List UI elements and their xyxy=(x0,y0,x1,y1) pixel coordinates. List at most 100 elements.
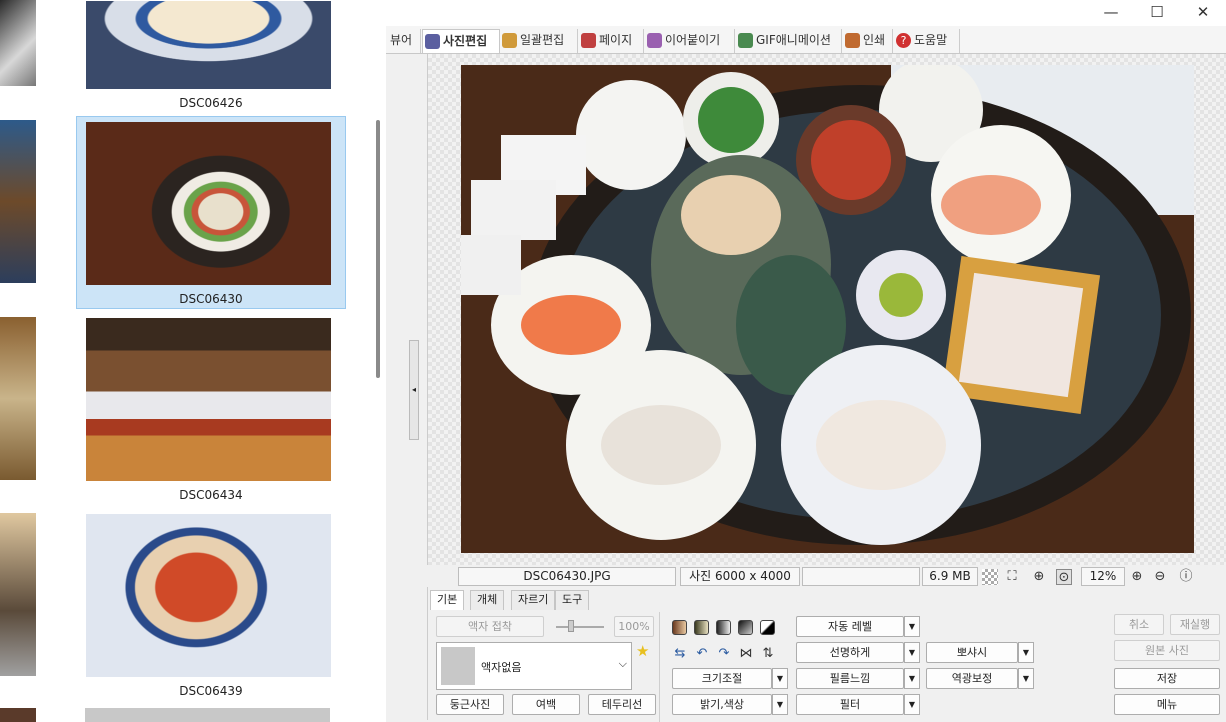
page-icon xyxy=(581,33,596,48)
thumbnail-pane: DSC06426 DSC06430 DSC06434 DSC06439 xyxy=(0,0,386,722)
auto-level-button[interactable]: 자동 레벨 xyxy=(796,616,904,637)
tab-basic[interactable]: 기본 xyxy=(430,590,465,610)
brightness-dropdown[interactable]: ▼ xyxy=(772,694,788,715)
thumbnail-item[interactable]: DSC06439 xyxy=(76,508,346,701)
collapse-handle[interactable]: ◂ xyxy=(409,340,419,440)
tab-help[interactable]: ? 도움말 xyxy=(894,29,960,53)
frame-percent: 100% xyxy=(614,616,654,637)
tab-viewer[interactable]: 뷰어 xyxy=(370,29,421,53)
thumbnail-image xyxy=(86,514,331,677)
transparency-icon[interactable] xyxy=(982,569,998,585)
chevron-down-icon: ⌵ xyxy=(618,657,627,670)
photo-edit-icon xyxy=(425,34,440,49)
rotate-right-icon[interactable]: ↷ xyxy=(716,646,732,662)
minimize-button[interactable]: — xyxy=(1088,0,1134,26)
thumbnail-caption: DSC06426 xyxy=(179,96,243,110)
thumbnail-partial[interactable] xyxy=(0,708,36,722)
dimensions-display: 사진 6000 x 4000 xyxy=(680,567,800,586)
sharpen-dropdown[interactable]: ▼ xyxy=(904,642,920,663)
tab-batch-edit[interactable]: 일괄편집 xyxy=(500,29,578,53)
gradient-dark-icon[interactable] xyxy=(738,620,753,635)
thumbnail-partial[interactable] xyxy=(85,708,330,722)
status-bar: DSC06430.JPG 사진 6000 x 4000 6.9 MB ⛶ ⊕ ⊙… xyxy=(386,565,1226,587)
filter-button[interactable]: 필터 xyxy=(796,694,904,715)
resize-dropdown[interactable]: ▼ xyxy=(772,668,788,689)
gradient-brown-icon[interactable] xyxy=(672,620,687,635)
thumbnail-image xyxy=(86,1,331,89)
auto-level-dropdown[interactable]: ▼ xyxy=(904,616,920,637)
title-bar: — ☐ ✕ xyxy=(386,0,1226,26)
photo-render xyxy=(461,65,1194,553)
frame-slider[interactable] xyxy=(556,626,604,628)
tab-photo-edit[interactable]: 사진편집 xyxy=(422,29,500,53)
thumbnail-item[interactable]: DSC06434 xyxy=(76,312,346,505)
side-strip: ◂ xyxy=(404,54,428,720)
border-button[interactable]: 테두리선 xyxy=(588,694,656,715)
thumbnail-partial[interactable] xyxy=(0,513,36,676)
thumbnail-item-selected[interactable]: DSC06430 xyxy=(76,116,346,309)
thumbnail-scrollbar[interactable] xyxy=(371,0,386,722)
filter-dropdown[interactable]: ▼ xyxy=(904,694,920,715)
fit-screen-icon[interactable]: ⛶ xyxy=(1004,569,1020,585)
info-icon[interactable]: ⓘ xyxy=(1178,569,1194,585)
zoom-fit-icon[interactable]: ⊙ xyxy=(1056,569,1072,585)
original-photo-button[interactable]: 원본 사진 xyxy=(1114,640,1220,661)
scrollbar-thumb[interactable] xyxy=(376,120,380,378)
frame-slider-thumb[interactable] xyxy=(568,620,574,632)
thumbnail-partial[interactable] xyxy=(0,317,36,480)
tab-gif-animation[interactable]: GIF애니메이션 xyxy=(736,29,842,53)
thumbnail-image xyxy=(86,318,331,481)
zoom-in-icon[interactable]: ⊕ xyxy=(1129,569,1145,585)
brightness-button[interactable]: 밝기,색상 xyxy=(672,694,772,715)
zoom-out-icon[interactable]: ⊖ xyxy=(1152,569,1168,585)
margin-button[interactable]: 여백 xyxy=(512,694,580,715)
tab-object[interactable]: 개체 xyxy=(470,590,505,610)
soft-glow-dropdown[interactable]: ▼ xyxy=(1018,642,1034,663)
main-tab-bar: 뷰어 사진편집 일괄편집 페이지 이어붙이기 GIF애니메이션 인쇄 ? 도움말 xyxy=(386,26,1226,54)
film-dropdown[interactable]: ▼ xyxy=(904,668,920,689)
stitch-icon xyxy=(647,33,662,48)
help-icon: ? xyxy=(896,33,911,48)
frame-select[interactable]: 액자없음 ⌵ xyxy=(436,642,632,690)
film-button[interactable]: 필름느낌 xyxy=(796,668,904,689)
gradient-olive-icon[interactable] xyxy=(694,620,709,635)
main-photo[interactable] xyxy=(461,65,1194,553)
flip-icon[interactable]: ⇆ xyxy=(672,646,688,662)
round-photo-button[interactable]: 둥근사진 xyxy=(436,694,504,715)
backlight-dropdown[interactable]: ▼ xyxy=(1018,668,1034,689)
maximize-button[interactable]: ☐ xyxy=(1134,0,1180,26)
tab-page[interactable]: 페이지 xyxy=(579,29,644,53)
zoom-level: 12% xyxy=(1081,567,1125,586)
frame-select-value: 액자없음 xyxy=(481,661,522,674)
save-button[interactable]: 저장 xyxy=(1114,668,1220,689)
close-button[interactable]: ✕ xyxy=(1180,0,1226,26)
star-icon[interactable]: ★ xyxy=(636,642,649,660)
tab-crop[interactable]: 자르기 xyxy=(511,590,556,610)
invert-icon[interactable] xyxy=(760,620,775,635)
filesize-display: 6.9 MB xyxy=(922,567,978,586)
thumbnail-partial[interactable] xyxy=(0,120,36,283)
flip-vertical-icon[interactable]: ⇅ xyxy=(760,646,776,662)
thumbnail-item[interactable]: DSC06426 xyxy=(76,0,346,114)
actual-size-icon[interactable]: ⊕ xyxy=(1031,569,1047,585)
tab-stitch[interactable]: 이어붙이기 xyxy=(645,29,735,53)
thumbnail-partial[interactable] xyxy=(0,0,36,86)
frame-apply-button[interactable]: 액자 접착 xyxy=(436,616,544,637)
backlight-button[interactable]: 역광보정 xyxy=(926,668,1018,689)
soft-glow-button[interactable]: 뽀샤시 xyxy=(926,642,1018,663)
rotate-left-icon[interactable]: ↶ xyxy=(694,646,710,662)
edit-panel: 기본 개체 자르기 도구 액자 접착 100% 액자없음 ⌵ ★ 둥근사진 여백… xyxy=(428,588,1226,722)
tab-tools[interactable]: 도구 xyxy=(555,590,590,610)
batch-edit-icon xyxy=(502,33,517,48)
redo-button[interactable]: 재실행 xyxy=(1170,614,1220,635)
thumbnail-caption: DSC06439 xyxy=(179,684,243,698)
undo-button[interactable]: 취소 xyxy=(1114,614,1164,635)
gradient-gray-icon[interactable] xyxy=(716,620,731,635)
tab-print[interactable]: 인쇄 xyxy=(843,29,893,53)
flip-horizontal-icon[interactable]: ⋈ xyxy=(738,646,754,662)
photo-editor-window: — ☐ ✕ 뷰어 사진편집 일괄편집 페이지 이어붙이기 GIF애니메이션 인쇄… xyxy=(386,0,1226,722)
menu-button[interactable]: 메뉴 xyxy=(1114,694,1220,715)
sharpen-button[interactable]: 선명하게 xyxy=(796,642,904,663)
resize-button[interactable]: 크기조절 xyxy=(672,668,772,689)
gif-icon xyxy=(738,33,753,48)
